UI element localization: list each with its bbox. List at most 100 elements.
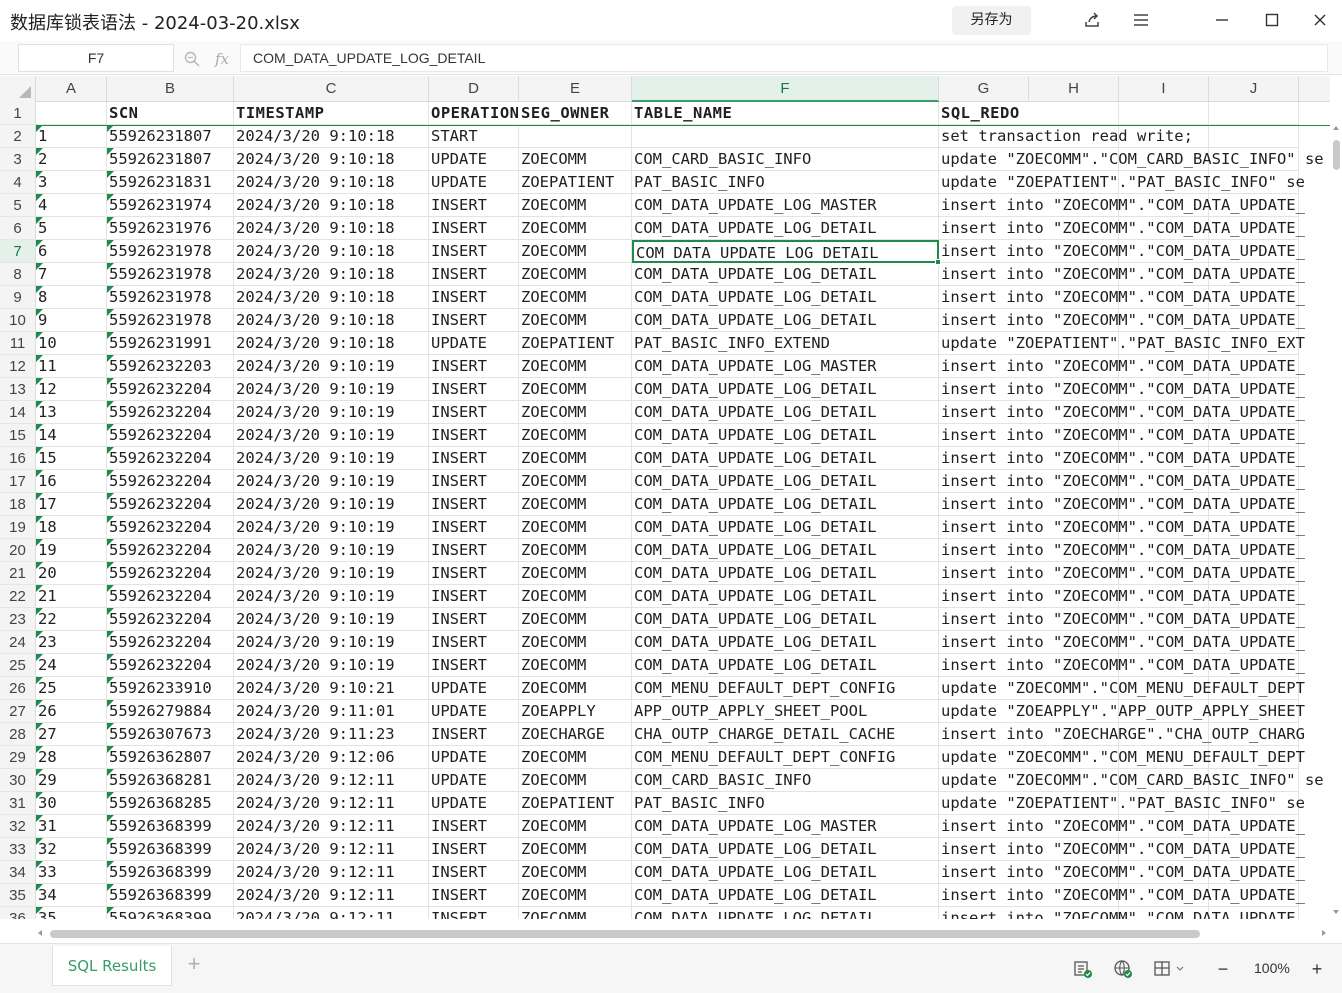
table-cell[interactable]: INSERT — [429, 447, 519, 470]
table-cell[interactable]: 55926368399 — [107, 907, 234, 919]
table-cell[interactable]: INSERT — [429, 355, 519, 378]
table-cell[interactable]: 2024/3/20 9:10:19 — [234, 401, 429, 424]
table-cell[interactable]: 55926231976 — [107, 217, 234, 240]
table-cell[interactable]: insert into "ZOECOMM"."COM_DATA_UPDATE_ — [939, 861, 1305, 884]
table-cell[interactable]: insert into "ZOECOMM"."COM_DATA_UPDATE_ — [939, 516, 1305, 539]
table-cell[interactable]: 2024/3/20 9:12:11 — [234, 884, 429, 907]
column-header-a[interactable]: A — [36, 76, 107, 102]
table-cell[interactable]: ZOECOMM — [519, 378, 632, 401]
table-cell[interactable]: 13 — [36, 401, 107, 424]
column-header-e[interactable]: E — [519, 76, 632, 102]
table-cell[interactable]: COM_DATA_UPDATE_LOG_DETAIL — [632, 562, 939, 585]
table-cell[interactable]: 55926368281 — [107, 769, 234, 792]
table-cell[interactable]: ZOECOMM — [519, 769, 632, 792]
table-cell[interactable]: INSERT — [429, 654, 519, 677]
table-cell[interactable]: COM_DATA_UPDATE_LOG_DETAIL — [632, 424, 939, 447]
table-cell[interactable] — [632, 125, 939, 148]
row-header-6[interactable]: 6 — [0, 217, 36, 240]
row-header-3[interactable]: 3 — [0, 148, 36, 171]
table-cell[interactable]: 2024/3/20 9:10:19 — [234, 562, 429, 585]
table-cell[interactable]: 55926231978 — [107, 309, 234, 332]
select-all-corner[interactable] — [0, 76, 36, 102]
column-header-f[interactable]: F — [632, 76, 939, 102]
table-cell[interactable]: COM_MENU_DEFAULT_DEPT_CONFIG — [632, 746, 939, 769]
table-cell[interactable]: 55926232204 — [107, 585, 234, 608]
row-header-35[interactable]: 35 — [0, 884, 36, 907]
row-header-8[interactable]: 8 — [0, 263, 36, 286]
table-cell[interactable]: 55926368399 — [107, 884, 234, 907]
scroll-left-icon[interactable] — [38, 930, 42, 936]
table-cell[interactable]: update "ZOECOMM"."COM_MENU_DEFAULT_DEPT — [939, 677, 1305, 700]
menu-icon[interactable] — [1129, 8, 1153, 32]
table-cell[interactable]: COM_DATA_UPDATE_LOG_MASTER — [632, 355, 939, 378]
table-cell[interactable]: INSERT — [429, 562, 519, 585]
header-cell[interactable] — [1209, 102, 1299, 125]
table-cell[interactable]: INSERT — [429, 608, 519, 631]
name-box[interactable]: F7 — [18, 44, 174, 72]
table-cell[interactable]: 55926232204 — [107, 562, 234, 585]
row-header-27[interactable]: 27 — [0, 700, 36, 723]
table-cell[interactable]: 2024/3/20 9:10:19 — [234, 355, 429, 378]
table-cell[interactable]: UPDATE — [429, 171, 519, 194]
table-cell[interactable]: insert into "ZOECOMM"."COM_DATA_UPDATE_ — [939, 539, 1305, 562]
table-cell[interactable]: ZOECOMM — [519, 217, 632, 240]
table-cell[interactable]: COM_DATA_UPDATE_LOG_DETAIL — [632, 654, 939, 677]
row-header-17[interactable]: 17 — [0, 470, 36, 493]
table-cell[interactable]: CHA_OUTP_CHARGE_DETAIL_CACHE — [632, 723, 939, 746]
table-cell[interactable]: 21 — [36, 585, 107, 608]
table-cell[interactable]: 2024/3/20 9:10:18 — [234, 332, 429, 355]
table-cell[interactable]: ZOECOMM — [519, 608, 632, 631]
table-cell[interactable]: INSERT — [429, 884, 519, 907]
table-cell[interactable]: insert into "ZOECOMM"."COM_DATA_UPDATE_ — [939, 447, 1305, 470]
table-cell[interactable]: ZOECHARGE — [519, 723, 632, 746]
table-cell[interactable]: ZOECOMM — [519, 907, 632, 919]
header-cell[interactable]: SEG_OWNER — [519, 102, 632, 125]
table-cell[interactable]: INSERT — [429, 309, 519, 332]
row-header-2[interactable]: 2 — [0, 125, 36, 148]
table-cell[interactable]: insert into "ZOECOMM"."COM_DATA_UPDATE_ — [939, 378, 1305, 401]
spreadsheet-grid[interactable]: ABCDEFGHIJ 1 SCN TIMESTAMP OPERATION SEG_OWN… — [0, 76, 1330, 919]
zoom-lens-icon[interactable] — [182, 49, 202, 69]
table-cell[interactable]: COM_DATA_UPDATE_LOG_DETAIL — [632, 470, 939, 493]
table-cell[interactable]: insert into "ZOECOMM"."COM_DATA_UPDATE_ — [939, 470, 1305, 493]
row-header-36[interactable]: 36 — [0, 907, 36, 919]
row-header-12[interactable]: 12 — [0, 355, 36, 378]
table-cell[interactable]: 2024/3/20 9:12:11 — [234, 907, 429, 919]
table-cell[interactable]: ZOECOMM — [519, 585, 632, 608]
table-cell[interactable]: INSERT — [429, 194, 519, 217]
table-cell[interactable]: insert into "ZOECOMM"."COM_DATA_UPDATE_ — [939, 217, 1305, 240]
table-cell[interactable]: 2024/3/20 9:10:18 — [234, 171, 429, 194]
table-cell[interactable]: insert into "ZOECOMM"."COM_DATA_UPDATE_ — [939, 884, 1305, 907]
table-cell[interactable]: INSERT — [429, 401, 519, 424]
table-cell[interactable]: 55926232204 — [107, 447, 234, 470]
table-cell[interactable]: 55926232204 — [107, 631, 234, 654]
table-cell[interactable]: ZOECOMM — [519, 470, 632, 493]
table-cell[interactable]: 2024/3/20 9:10:19 — [234, 631, 429, 654]
table-cell[interactable]: 2024/3/20 9:10:19 — [234, 654, 429, 677]
share-icon[interactable] — [1080, 8, 1104, 32]
table-cell[interactable]: 55926231807 — [107, 148, 234, 171]
table-cell[interactable]: INSERT — [429, 631, 519, 654]
table-cell[interactable]: ZOECOMM — [519, 884, 632, 907]
table-cell[interactable]: INSERT — [429, 217, 519, 240]
table-cell[interactable]: 2 — [36, 148, 107, 171]
table-cell[interactable] — [1209, 125, 1299, 148]
table-cell[interactable]: 10 — [36, 332, 107, 355]
row-header-14[interactable]: 14 — [0, 401, 36, 424]
table-cell[interactable]: 2024/3/20 9:10:19 — [234, 585, 429, 608]
row-header-4[interactable]: 4 — [0, 171, 36, 194]
table-cell[interactable]: 55926368399 — [107, 861, 234, 884]
table-cell[interactable]: 55926232204 — [107, 424, 234, 447]
table-cell[interactable]: 55926368285 — [107, 792, 234, 815]
table-cell[interactable]: ZOECOMM — [519, 746, 632, 769]
table-cell[interactable]: insert into "ZOECOMM"."COM_DATA_UPDATE_ — [939, 608, 1305, 631]
table-cell[interactable]: 55926231978 — [107, 263, 234, 286]
table-cell[interactable]: INSERT — [429, 493, 519, 516]
table-cell[interactable]: insert into "ZOECOMM"."COM_DATA_UPDATE_ — [939, 286, 1305, 309]
table-cell[interactable]: APP_OUTP_APPLY_SHEET_POOL — [632, 700, 939, 723]
table-cell[interactable]: ZOECOMM — [519, 838, 632, 861]
table-cell[interactable]: UPDATE — [429, 769, 519, 792]
table-cell[interactable]: ZOECOMM — [519, 447, 632, 470]
view-layout-icon[interactable] — [1152, 958, 1174, 980]
table-cell[interactable]: ZOECOMM — [519, 401, 632, 424]
